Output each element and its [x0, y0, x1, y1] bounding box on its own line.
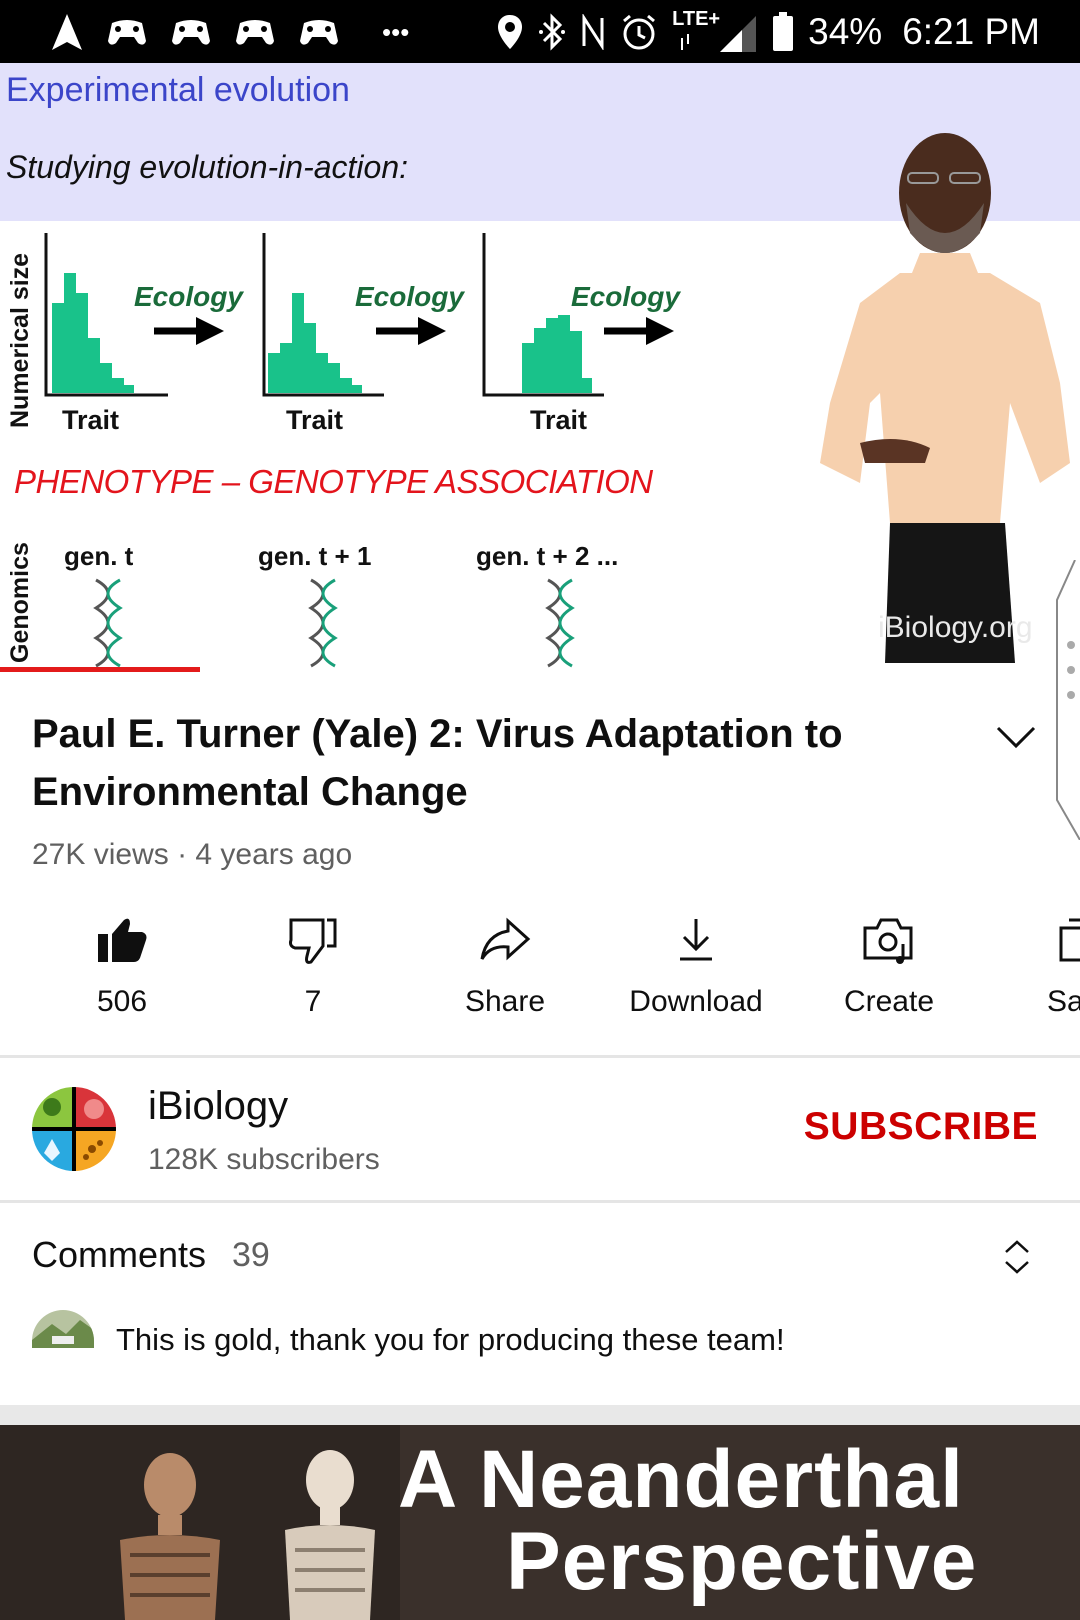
commenter-avatar [32, 1310, 94, 1348]
comments-count: 39 [232, 1236, 270, 1274]
video-title[interactable]: Paul E. Turner (Yale) 2: Virus Adaptatio… [32, 705, 932, 821]
comments-header: Comments [32, 1234, 207, 1275]
status-left: ••• [50, 10, 409, 54]
dna-helix-icon [308, 578, 338, 668]
game-controller-icon [106, 15, 148, 49]
view-count-and-date: 27K views · 4 years ago [32, 838, 353, 871]
bluetooth-icon [538, 13, 566, 51]
status-right: LTE+ 34% 6:21 PM [496, 8, 1040, 56]
section-gap [0, 1405, 1080, 1425]
status-bar: ••• LTE+ 34% 6:21 PM [0, 0, 1080, 63]
create-button[interactable]: Create [794, 905, 984, 1035]
create-camera-icon [863, 918, 913, 964]
location-pin-icon [496, 13, 524, 51]
like-button[interactable]: 506 [27, 905, 217, 1035]
top-comment-text: This is gold, thank you for producing th… [116, 1322, 785, 1357]
phenotype-genotype-label: PHENOTYPE – GENOTYPE ASSOCIATION [14, 463, 653, 500]
next-video-title-line2: Perspective [506, 1516, 978, 1607]
arrow-right-icon [376, 317, 446, 345]
generation-label: gen. t [64, 541, 134, 571]
next-video-title-line1: A Neanderthal [398, 1434, 964, 1525]
ecology-label: Ecology [134, 281, 243, 312]
share-button[interactable]: Share [410, 905, 600, 1035]
channel-avatar[interactable] [32, 1087, 116, 1171]
slide-subtitle: Studying evolution-in-action: [6, 149, 409, 185]
expand-collapse-icon[interactable] [1000, 1238, 1034, 1276]
trait-label: Trait [530, 405, 588, 435]
video-player[interactable]: Experimental evolution Studying evolutio… [0, 63, 1080, 673]
histogram-3 [482, 233, 604, 397]
action-bar: 506 7 Share Download Create Sa [0, 905, 1080, 1035]
slide-title: Experimental evolution [6, 71, 350, 109]
battery-percent: 34% [808, 11, 883, 52]
trait-histograms [44, 233, 604, 397]
nfc-icon [580, 14, 606, 50]
download-button[interactable]: Download [601, 905, 791, 1035]
ecology-label: Ecology [571, 281, 680, 312]
create-label: Create [843, 985, 935, 1018]
subscriber-count: 128K subscribers [148, 1143, 380, 1176]
game-controller-icon [170, 15, 212, 49]
divider [0, 1200, 1080, 1203]
generation-label: gen. t + 2 ... [476, 541, 619, 571]
dislike-button[interactable]: 7 [218, 905, 408, 1035]
battery-icon [772, 12, 794, 52]
navigation-arrow-icon [50, 12, 84, 52]
share-label: Share [464, 985, 546, 1018]
progress-bar[interactable] [0, 667, 200, 672]
generation-label: gen. t + 1 [258, 541, 372, 571]
chevron-down-icon[interactable] [994, 722, 1038, 752]
game-controller-icon [298, 15, 340, 49]
next-video-thumbnail[interactable]: A Neanderthal Perspective [0, 1425, 1080, 1620]
presenter-figure [820, 133, 1070, 663]
download-label: Download [629, 985, 763, 1018]
dislike-count: 7 [304, 985, 322, 1018]
trait-label: Trait [62, 405, 120, 435]
arrow-right-icon [154, 317, 224, 345]
channel-name[interactable]: iBiology [148, 1084, 288, 1129]
video-watermark: iBiology.org [878, 611, 1033, 644]
alarm-clock-icon [620, 13, 658, 51]
download-icon [680, 919, 712, 961]
lte-signal-icon: LTE+ [672, 8, 758, 54]
next-video-title: A Neanderthal Perspective [398, 1439, 977, 1603]
game-controller-icon [234, 15, 276, 49]
arrow-right-icon [604, 317, 674, 345]
ecology-label: Ecology [355, 281, 464, 312]
y-axis-label-genomics: Genomics [6, 542, 34, 663]
histogram-2 [262, 233, 384, 397]
like-count: 506 [96, 985, 148, 1018]
trait-label: Trait [286, 405, 344, 435]
thumbs-down-icon [289, 918, 337, 964]
save-label: Sa [1047, 985, 1080, 1018]
dna-helix-icon [545, 578, 575, 668]
status-overflow: ••• [382, 16, 410, 47]
clock-time: 6:21 PM [902, 11, 1040, 52]
thumbs-up-filled-icon [98, 918, 147, 962]
save-playlist-icon [1059, 918, 1080, 962]
side-panel-edge [1056, 560, 1080, 840]
subscribe-button[interactable]: SUBSCRIBE [804, 1105, 1038, 1149]
save-button[interactable]: Sa [985, 905, 1080, 1035]
dna-helix-icon [93, 578, 123, 668]
share-arrow-icon [480, 917, 531, 961]
divider [0, 1055, 1080, 1058]
